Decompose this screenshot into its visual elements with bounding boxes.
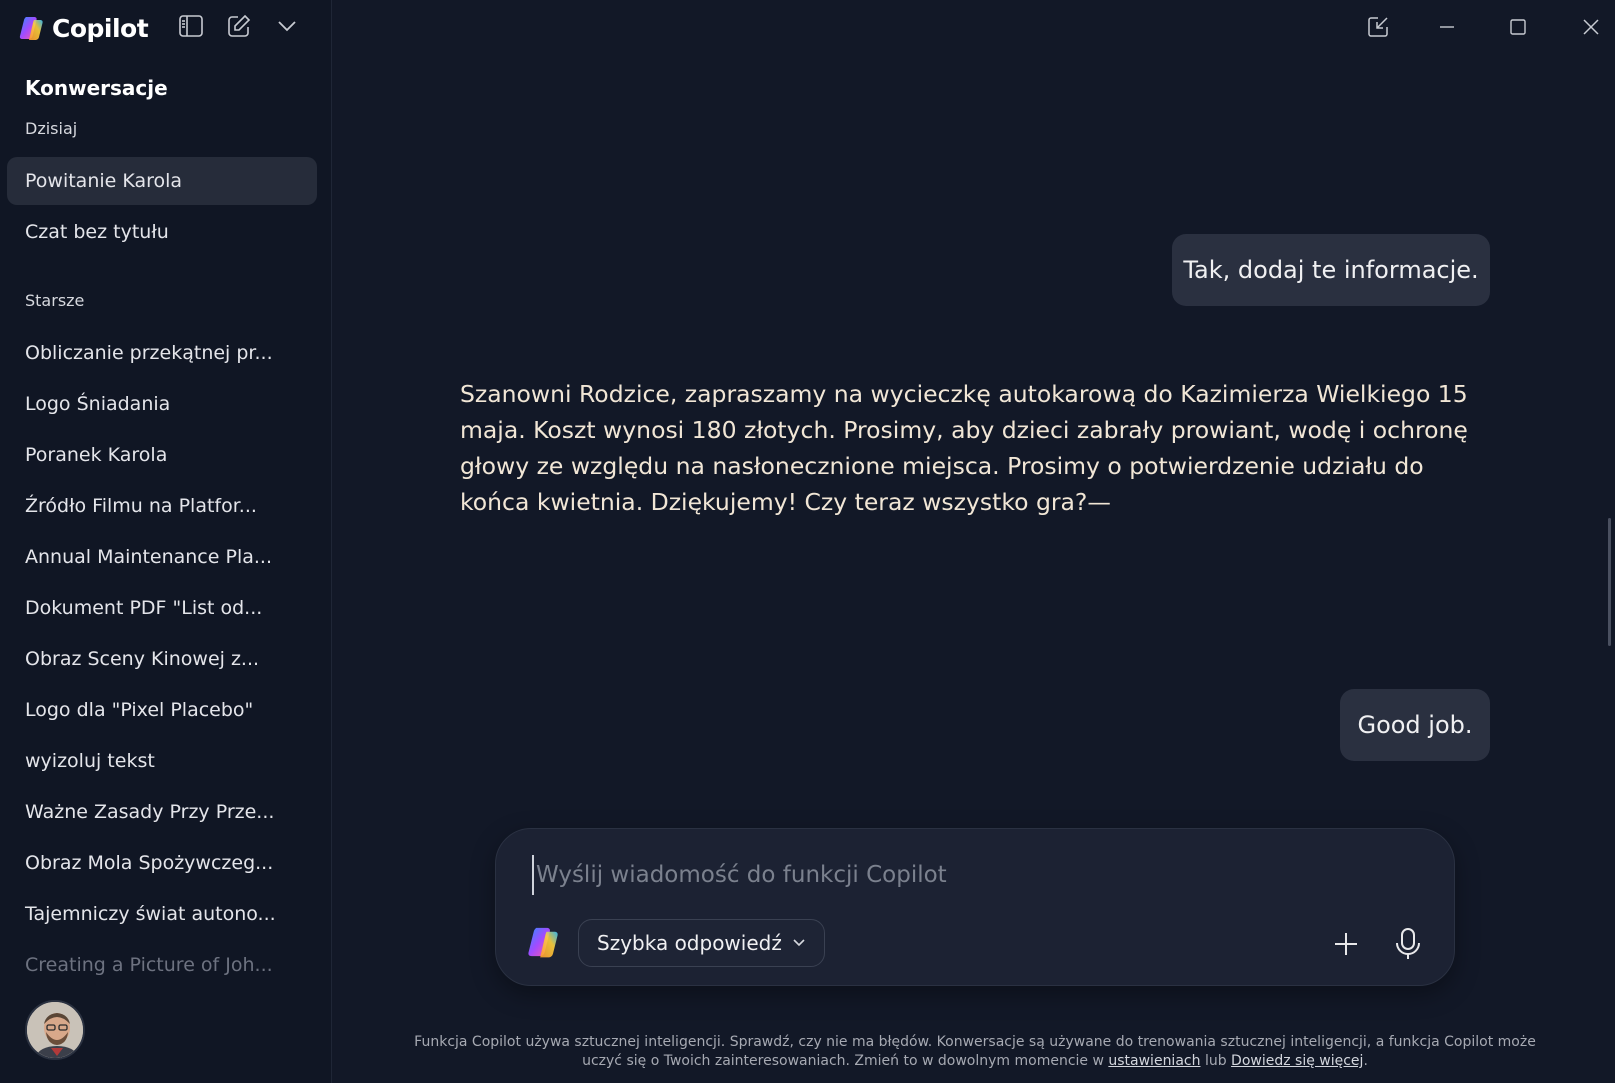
copilot-brand[interactable]: Copilot	[18, 12, 149, 44]
assistant-message: Szanowni Rodzice, zapraszamy na wycieczk…	[460, 380, 1468, 516]
older-list: Obliczanie przekątnej pr... Logo Śniadan…	[7, 329, 317, 992]
chevron-down-icon[interactable]	[274, 12, 300, 40]
conversation-item[interactable]: Poranek Karola	[7, 431, 317, 479]
plus-icon	[1335, 933, 1357, 955]
message-composer: Szybka odpowiedź	[495, 828, 1455, 986]
sidebar: Copilot Konwersacje Dzisiaj Powitanie Ka…	[0, 0, 332, 1083]
copilot-logo-icon	[19, 17, 43, 40]
response-mode-select[interactable]: Szybka odpowiedź	[578, 919, 825, 967]
user-avatar-icon	[27, 1002, 83, 1058]
response-mode-label: Szybka odpowiedź	[597, 931, 782, 955]
today-list: Powitanie Karola Czat bez tytułu	[7, 157, 317, 259]
conversation-item[interactable]: Powitanie Karola	[7, 157, 317, 205]
conversation-item[interactable]: Dokument PDF "List od...	[7, 584, 317, 632]
conversation-item[interactable]: Obraz Mola Spożywczeg...	[7, 839, 317, 887]
today-label: Dzisiaj	[25, 119, 78, 138]
user-message: Good job.	[1340, 689, 1490, 761]
microphone-icon	[1396, 928, 1420, 959]
maximize-icon[interactable]	[1503, 12, 1533, 42]
add-attachment-button[interactable]	[1326, 924, 1366, 964]
conversation-item[interactable]: Logo Śniadania	[7, 380, 317, 428]
brand-name: Copilot	[52, 13, 149, 43]
minimize-icon[interactable]	[1432, 12, 1462, 42]
disclaimer-footer: Funkcja Copilot używa sztucznej intelige…	[414, 1034, 1536, 1069]
scrollbar-thumb[interactable]	[1608, 518, 1611, 646]
conversation-item[interactable]: Annual Maintenance Pla...	[7, 533, 317, 581]
conversation-item[interactable]: wyizoluj tekst	[7, 737, 317, 785]
chevron-down-icon	[793, 939, 805, 947]
microphone-button[interactable]	[1388, 924, 1428, 964]
conversation-item[interactable]: Ważne Zasady Przy Prze...	[7, 788, 317, 836]
new-chat-icon[interactable]	[226, 12, 252, 40]
copilot-logo-icon	[526, 924, 562, 960]
close-icon[interactable]	[1576, 12, 1606, 42]
pop-out-icon[interactable]	[1363, 12, 1393, 42]
conversation-item[interactable]: Obraz Sceny Kinowej z...	[7, 635, 317, 683]
older-label: Starsze	[25, 291, 85, 310]
user-message: Tak, dodaj te informacje.	[1172, 234, 1490, 306]
sidebar-toggle-icon[interactable]	[178, 12, 204, 40]
conversation-item[interactable]: Tajemniczy świat autono...	[7, 890, 317, 938]
conversations-heading: Konwersacje	[25, 76, 168, 100]
settings-link[interactable]: ustawieniach	[1108, 1053, 1200, 1069]
user-avatar[interactable]	[25, 1000, 85, 1060]
learn-more-link[interactable]: Dowiedz się więcej	[1231, 1053, 1363, 1069]
conversation-item[interactable]: Creating a Picture of Joh...	[7, 941, 317, 989]
conversation-item[interactable]: Czat bez tytułu	[7, 208, 317, 256]
conversation-item[interactable]: Źródło Filmu na Platfor...	[7, 482, 317, 530]
message-input[interactable]	[532, 855, 1392, 895]
conversation-item[interactable]: Obliczanie przekątnej pr...	[7, 329, 317, 377]
conversation-item[interactable]: Logo dla "Pixel Placebo"	[7, 686, 317, 734]
